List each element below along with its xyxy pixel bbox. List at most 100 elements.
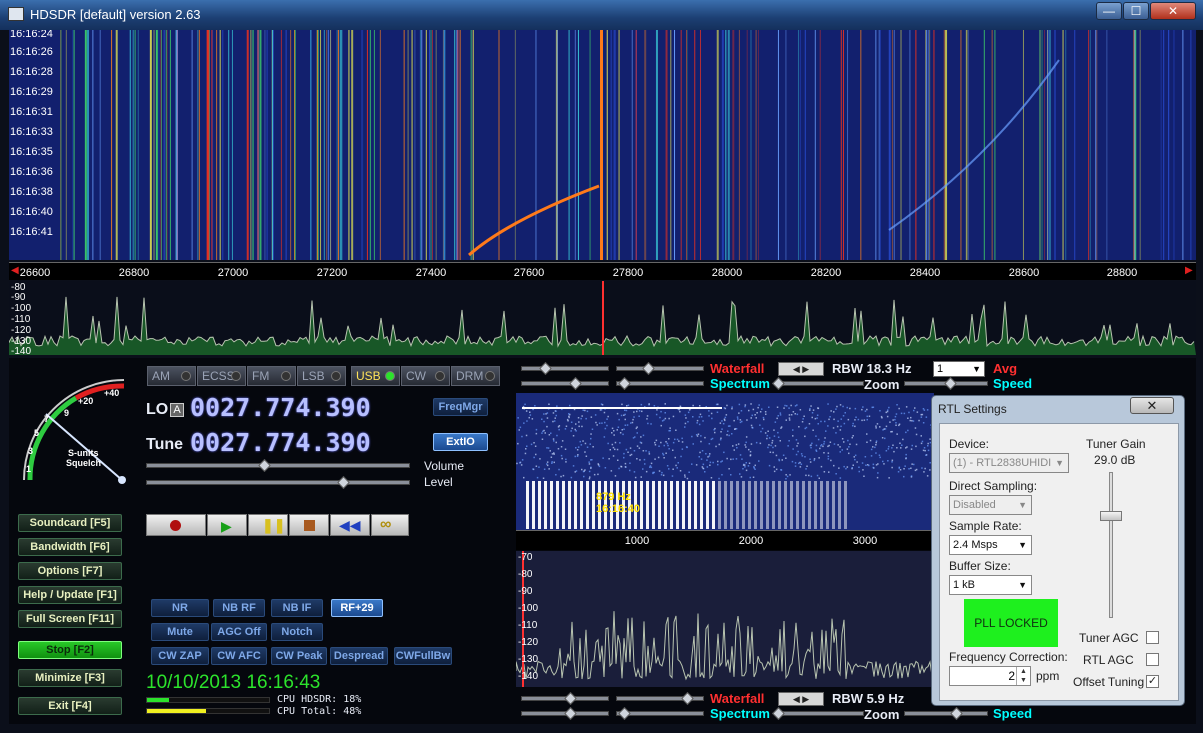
audio-noise-dot [564, 448, 567, 450]
maximize-window-button[interactable]: ☐ [1123, 2, 1149, 20]
audio-noise-dot [741, 420, 743, 423]
soundcard-button[interactable]: Soundcard [F5] [18, 514, 122, 532]
close-window-button[interactable]: ✕ [1150, 2, 1196, 20]
rtl-agc-label: RTL AGC [1083, 653, 1134, 667]
level-slider[interactable] [146, 480, 410, 485]
mute-button[interactable]: Mute [151, 623, 209, 641]
waterfall-brightness-slider[interactable] [616, 366, 704, 371]
offset-tuning-checkbox[interactable]: ✓ [1146, 675, 1159, 688]
scroll-left-arrow-icon[interactable]: ◀ [11, 265, 19, 276]
direct-sampling-select[interactable]: Disabled ▼ [949, 495, 1032, 515]
rf-gain-button[interactable]: RF+29 [331, 599, 383, 617]
audio-noise-dot [898, 467, 900, 469]
cw-fullbw-button[interactable]: CWFullBw [394, 647, 452, 665]
pause-button[interactable]: ❚❚ [248, 514, 288, 536]
cw-peak-button[interactable]: CW Peak [271, 647, 327, 665]
stop-button[interactable]: Stop [F2] [18, 641, 122, 659]
tuner-agc-checkbox[interactable] [1146, 631, 1159, 644]
audio-noise-dot [551, 462, 553, 464]
waterfall-signal-line [419, 30, 421, 260]
lo-frequency-display[interactable]: 0027.774.390 [190, 393, 371, 422]
mode-lsb-button[interactable]: LSB [297, 366, 346, 386]
audio-noise-dot [748, 409, 750, 412]
exit-button[interactable]: Exit [F4] [18, 697, 122, 715]
help-update-button[interactable]: Help / Update [F1] [18, 586, 122, 604]
cw-zap-button[interactable]: CW ZAP [151, 647, 209, 665]
volume-slider[interactable] [146, 463, 410, 468]
audio-waterfall[interactable]: 879 Hz 16:16:40 [516, 393, 934, 530]
mode-am-button[interactable]: AM [147, 366, 196, 386]
s-meter[interactable]: 1 3 5 7 9 +20 +40 S-units Squelch [16, 374, 134, 484]
audio-noise-dot [548, 403, 550, 405]
audio-noise-dot [704, 436, 706, 439]
audio-spectrum[interactable]: -70 -80 -90 -100 -110 -120 -130 -140 [516, 551, 934, 687]
rtl-agc-checkbox[interactable] [1146, 653, 1159, 666]
loop-button[interactable]: ∞ [371, 514, 409, 536]
audio-noise-dot [800, 453, 803, 455]
agc-button[interactable]: AGC Off [211, 623, 267, 641]
mode-usb-button[interactable]: USB [351, 366, 400, 386]
audio-noise-dot [786, 475, 789, 478]
rbw-arrows[interactable]: ◀ ▶ [778, 362, 824, 376]
waterfall-signal-line [1074, 30, 1076, 260]
stop-playback-button[interactable] [289, 514, 329, 536]
audio-speed-slider[interactable] [904, 711, 988, 716]
minimize-button[interactable]: Minimize [F3] [18, 669, 122, 687]
nb-rf-button[interactable]: NB RF [213, 599, 265, 617]
freq-tick-label: 27800 [612, 267, 644, 279]
avg-select[interactable]: 1 ▼ [933, 361, 985, 377]
freqmgr-button[interactable]: FreqMgr [433, 398, 488, 416]
main-waterfall[interactable]: 16:16:24 16:16:26 16:16:28 16:16:29 16:1… [9, 30, 1196, 260]
cw-afc-button[interactable]: CW AFC [211, 647, 267, 665]
db-label: -80 [518, 569, 533, 580]
audio-noise-dot [558, 468, 560, 471]
audio-noise-dot [582, 409, 584, 411]
extio-button[interactable]: ExtIO [433, 433, 488, 451]
lo-lock-badge[interactable]: A [170, 403, 184, 417]
audio-noise-dot [858, 470, 860, 473]
waterfall-signal-line [879, 30, 881, 260]
main-spectrum[interactable]: -80 -90 -100 -110 -120 -130 -140 [9, 281, 1196, 355]
audio-noise-dot [905, 457, 907, 460]
waterfall-contrast-slider[interactable] [521, 366, 609, 371]
rewind-button[interactable]: ◀◀ [330, 514, 370, 536]
audio-noise-dot [650, 423, 652, 425]
tune-frequency-display[interactable]: 0027.774.390 [190, 428, 371, 457]
notch-button[interactable]: Notch [271, 623, 323, 641]
audio-noise-dot [562, 474, 565, 477]
mode-fm-button[interactable]: FM [247, 366, 296, 386]
nr-button[interactable]: NR [151, 599, 209, 617]
audio-noise-dot [839, 404, 842, 406]
play-button[interactable]: ▶ [207, 514, 247, 536]
audio-noise-dot [896, 447, 898, 449]
dialog-close-button[interactable]: ✕ [1130, 397, 1174, 414]
options-button[interactable]: Options [F7] [18, 562, 122, 580]
device-select[interactable]: (1) - RTL2838UHIDI ▼ [949, 453, 1069, 473]
audio-rbw-arrows[interactable]: ◀ ▶ [778, 692, 824, 706]
spinner-arrows-icon[interactable]: ▲ ▼ [1016, 667, 1030, 685]
audio-frequency-axis[interactable]: 1000 2000 3000 [516, 530, 934, 550]
sample-rate-select[interactable]: 2.4 Msps ▼ [949, 535, 1032, 555]
tuner-gain-slider[interactable] [1109, 472, 1113, 618]
audio-zoom-slider[interactable] [776, 711, 864, 716]
audio-noise-dot [754, 414, 756, 416]
mode-cw-button[interactable]: CW [401, 366, 450, 386]
despread-button[interactable]: Despread [330, 647, 388, 665]
audio-noise-dot [920, 435, 922, 437]
mode-drm-button[interactable]: DRM [451, 366, 500, 386]
buffer-size-select[interactable]: 1 kB ▼ [949, 575, 1032, 595]
spectrum-contrast-slider[interactable] [521, 381, 609, 386]
zoom-slider[interactable] [776, 381, 864, 386]
scroll-right-arrow-icon[interactable]: ▶ [1185, 265, 1193, 276]
frequency-axis[interactable]: ◀ 26600 26800 27000 27200 27400 27600 27… [9, 262, 1196, 280]
waterfall-label: Waterfall [710, 361, 765, 376]
minimize-window-button[interactable]: — [1096, 2, 1122, 20]
mode-ecss-button[interactable]: ECSS [197, 366, 246, 386]
waterfall-signal-line [327, 30, 329, 260]
tuner-gain-slider-thumb[interactable] [1100, 511, 1122, 521]
nb-if-button[interactable]: NB IF [271, 599, 323, 617]
bandwidth-button[interactable]: Bandwidth [F6] [18, 538, 122, 556]
full-screen-button[interactable]: Full Screen [F11] [18, 610, 122, 628]
record-button[interactable] [146, 514, 206, 536]
waterfall-signal-line [443, 30, 446, 260]
